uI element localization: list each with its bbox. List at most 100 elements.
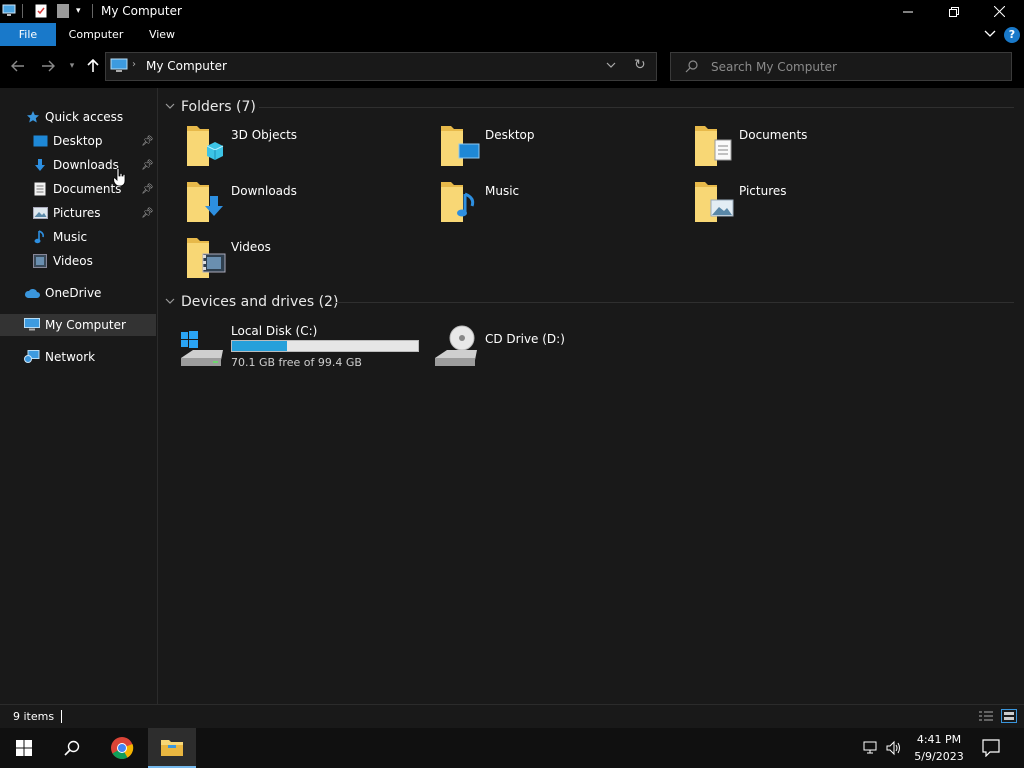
folder-tile[interactable]: 3D Objects <box>159 124 409 174</box>
folder-tile[interactable]: Desktop <box>413 124 663 174</box>
large-icons-view-button[interactable] <box>1001 709 1017 723</box>
start-button[interactable] <box>0 728 48 768</box>
separator-icon <box>22 4 23 18</box>
nav-item-pictures[interactable]: Pictures 📌︎ <box>0 202 156 224</box>
close-button[interactable] <box>976 0 1022 23</box>
desktop-icon <box>32 133 48 149</box>
nav-item-quick-access[interactable]: Quick access <box>0 106 156 128</box>
ribbon-bar: File Computer View ? <box>0 23 1024 46</box>
folder-download-icon <box>185 180 223 224</box>
search-icon <box>685 60 698 76</box>
address-bar[interactable]: › My Computer ↻ <box>105 52 657 81</box>
search-box[interactable]: Search My Computer <box>670 52 1012 81</box>
windows-drive-icon <box>179 328 225 371</box>
folder-tile[interactable]: Documents <box>667 124 917 174</box>
arrow-right-icon <box>42 60 55 72</box>
minimize-button[interactable] <box>885 0 931 23</box>
cloud-icon <box>24 285 40 301</box>
nav-label: Documents <box>53 182 122 196</box>
clock-time: 4:41 PM <box>916 733 962 746</box>
restore-button[interactable] <box>931 0 977 23</box>
text-cursor-icon <box>61 710 62 723</box>
chrome-taskbar-button[interactable] <box>98 728 146 768</box>
refresh-icon: ↻ <box>634 57 646 73</box>
search-input[interactable]: Search My Computer <box>711 60 837 74</box>
chevron-down-icon <box>606 62 616 68</box>
nav-label: Music <box>53 230 88 244</box>
folder-cube-icon <box>185 124 224 168</box>
nav-item-network[interactable]: Network <box>0 346 156 368</box>
address-dropdown-button[interactable] <box>606 60 616 73</box>
forward-button[interactable] <box>38 56 58 76</box>
mouse-cursor-icon <box>113 167 126 190</box>
folder-picture-icon <box>693 180 734 224</box>
nav-label: Pictures <box>53 206 101 220</box>
tab-view[interactable]: View <box>140 23 184 46</box>
action-center-button[interactable] <box>982 739 1000 760</box>
drive-free-space: 70.1 GB free of 99.4 GB <box>231 356 362 369</box>
back-button[interactable] <box>8 56 28 76</box>
nav-item-my-computer[interactable]: My Computer <box>0 314 156 336</box>
network-icon <box>24 349 40 365</box>
nav-item-documents[interactable]: Documents 📌︎ <box>0 178 156 200</box>
breadcrumb-separator-icon: › <box>132 59 136 70</box>
folders-group-title: Folders (7) <box>181 99 256 115</box>
nav-label: Quick access <box>45 110 124 124</box>
tab-computer[interactable]: Computer <box>60 23 132 46</box>
file-explorer-taskbar-button[interactable] <box>148 728 196 768</box>
nav-item-music[interactable]: Music <box>0 226 156 248</box>
drive-label: Local Disk (C:) <box>231 324 318 338</box>
folder-document-icon <box>693 124 732 168</box>
nav-item-onedrive[interactable]: OneDrive <box>0 282 156 304</box>
nav-label: Desktop <box>53 134 103 148</box>
up-button[interactable] <box>83 56 103 76</box>
help-button[interactable]: ? <box>1004 27 1020 43</box>
close-icon <box>993 6 1005 17</box>
nav-item-videos[interactable]: Videos <box>0 250 156 272</box>
expand-ribbon-button[interactable] <box>982 27 998 43</box>
chevron-down-icon <box>984 30 996 37</box>
chrome-icon <box>111 737 134 759</box>
folder-label: Downloads <box>231 184 297 198</box>
network-tray-icon[interactable] <box>863 740 879 759</box>
folder-tile[interactable]: Music <box>413 180 663 230</box>
drive-tile-c[interactable]: Local Disk (C:) 70.1 GB free of 99.4 GB <box>159 320 429 370</box>
folder-tile[interactable]: Videos <box>159 236 409 286</box>
properties-icon[interactable] <box>35 4 47 18</box>
drive-tile-d[interactable]: CD Drive (D:) <box>413 320 663 370</box>
refresh-button[interactable]: ↻ <box>634 57 646 73</box>
nav-label: My Computer <box>45 318 126 332</box>
search-icon <box>64 740 80 756</box>
recent-locations-button[interactable]: ▾ <box>62 56 82 76</box>
nav-item-downloads[interactable]: Downloads 📌︎ <box>0 154 156 176</box>
chevron-down-icon <box>165 296 175 309</box>
nav-item-desktop[interactable]: Desktop 📌︎ <box>0 130 156 152</box>
breadcrumb-current[interactable]: My Computer <box>146 59 227 73</box>
drives-group-title: Devices and drives (2) <box>181 294 339 310</box>
download-arrow-icon <box>32 157 48 173</box>
computer-icon[interactable] <box>2 4 16 16</box>
group-divider <box>259 107 1014 108</box>
folder-label: Pictures <box>739 184 787 198</box>
star-icon <box>25 109 41 125</box>
separator-icon <box>92 4 93 18</box>
drive-usage-fill <box>232 341 287 351</box>
taskbar-clock[interactable]: 4:41 PM 5/9/2023 <box>906 731 972 765</box>
content-pane: Folders (7) 3D Objects Desktop Documents Do… <box>159 88 1024 704</box>
folder-tile[interactable]: Pictures <box>667 180 917 230</box>
details-view-button[interactable] <box>979 710 993 725</box>
folder-tile[interactable]: Downloads <box>159 180 409 230</box>
clock-date: 5/9/2023 <box>914 750 964 763</box>
item-count: 9 items <box>13 710 55 723</box>
volume-tray-icon[interactable] <box>886 740 902 759</box>
chevron-down-icon: ▾ <box>69 61 75 71</box>
new-folder-icon[interactable] <box>57 4 69 18</box>
status-bar: 9 items <box>0 704 1024 728</box>
tab-file[interactable]: File <box>0 23 56 46</box>
arrow-left-icon <box>11 60 24 72</box>
customize-dropdown-icon[interactable]: ▾ <box>76 6 86 16</box>
address-row: ▾ › My Computer ↻ Search My Computer <box>0 46 1024 88</box>
help-icon: ? <box>1008 28 1016 41</box>
film-icon <box>32 253 48 269</box>
search-button[interactable] <box>48 728 96 768</box>
